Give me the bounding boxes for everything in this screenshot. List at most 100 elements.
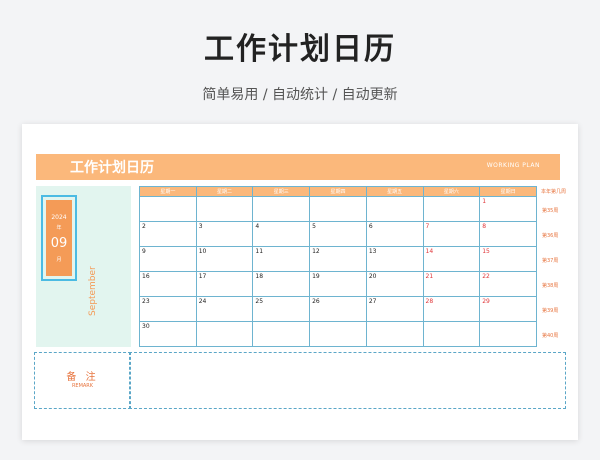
calendar-day-cell[interactable]: 27: [365, 296, 424, 322]
day-number: 26: [312, 298, 320, 305]
weekday-header: 星期五: [365, 186, 424, 197]
calendar-day-cell[interactable]: [422, 321, 481, 347]
banner-subtitle: WORKING PLAN: [486, 162, 540, 169]
calendar-body: 1 2 3 4 5 6 7 8 9 10 11 12 13 14 15 16 17 18 19 20 21 22 23 24 2…: [139, 196, 537, 347]
calendar-day-cell[interactable]: 13: [365, 246, 424, 272]
week-number-label: 第37周: [542, 258, 559, 264]
calendar-day-cell[interactable]: [422, 196, 481, 222]
day-number: 22: [482, 273, 490, 280]
date-badge[interactable]: 2024 年 09 月: [46, 200, 72, 276]
day-number: [480, 322, 536, 323]
calendar-day-cell[interactable]: 8: [479, 221, 537, 247]
calendar-day-cell[interactable]: 23: [139, 296, 197, 322]
calendar-week-row: 9 10 11 12 13 14 15: [139, 246, 537, 272]
week-number-column: 本年第几周 第35周 第36周 第37周 第38周 第39周 第40周: [539, 186, 569, 347]
calendar-day-cell[interactable]: [365, 321, 424, 347]
calendar-day-cell[interactable]: 18: [252, 271, 311, 297]
day-number: 24: [198, 298, 207, 305]
month-side-panel: 2024 年 09 月 September: [36, 186, 131, 347]
day-number: 23: [142, 298, 150, 305]
day-number: 11: [255, 248, 264, 255]
calendar-day-cell[interactable]: [195, 321, 254, 347]
badge-year-unit: 年: [56, 225, 62, 231]
calendar-day-cell[interactable]: 16: [139, 271, 197, 297]
calendar-day-cell[interactable]: [479, 321, 537, 347]
calendar-day-cell[interactable]: 7: [422, 221, 481, 247]
day-number: 2: [142, 223, 146, 230]
weekday-header: 星期三: [252, 186, 311, 197]
month-name-english: September: [88, 266, 98, 316]
weekday-header: 星期日: [479, 186, 537, 197]
week-number-label: 第39周: [542, 308, 559, 314]
calendar-day-cell[interactable]: 4: [252, 221, 311, 247]
day-number: [424, 322, 480, 323]
calendar-day-cell[interactable]: 1: [479, 196, 537, 222]
day-number: 15: [482, 248, 490, 255]
calendar-day-cell[interactable]: 12: [309, 246, 367, 272]
day-number: [253, 197, 309, 198]
week-number-label: 第35周: [542, 208, 559, 214]
badge-year: 2024: [51, 214, 67, 221]
calendar-day-cell[interactable]: [365, 196, 424, 222]
calendar-day-cell[interactable]: 17: [195, 271, 254, 297]
week-number-label: 第38周: [542, 283, 559, 289]
calendar-week-row: 1: [139, 196, 537, 222]
day-number: 17: [198, 273, 207, 280]
calendar-day-cell[interactable]: 2: [139, 221, 197, 247]
badge-month: 09: [50, 236, 68, 251]
day-number: 18: [255, 273, 264, 280]
calendar-week-row: 2 3 4 5 6 7 8: [139, 221, 537, 247]
day-number: [367, 322, 423, 323]
calendar-day-cell[interactable]: 19: [309, 271, 367, 297]
calendar-day-cell[interactable]: 22: [479, 271, 537, 297]
calendar-day-cell[interactable]: 15: [479, 246, 537, 272]
notes-input-area[interactable]: [129, 352, 566, 409]
calendar-day-cell[interactable]: 10: [195, 246, 254, 272]
calendar-day-cell[interactable]: 20: [365, 271, 424, 297]
calendar-day-cell[interactable]: 9: [139, 246, 197, 272]
calendar-day-cell[interactable]: [139, 196, 197, 222]
day-number: 19: [312, 273, 320, 280]
calendar-day-cell[interactable]: [252, 321, 311, 347]
day-number: 12: [312, 248, 320, 255]
calendar-day-cell[interactable]: 14: [422, 246, 481, 272]
calendar-grid: 星期一 星期二 星期三 星期四 星期五 星期六 星期日 1 2 3 4 5 6 7 8 9 10 1…: [139, 186, 537, 347]
day-number: [253, 322, 309, 323]
day-number: [424, 197, 480, 198]
day-number: [310, 197, 366, 198]
calendar-day-cell[interactable]: 11: [252, 246, 311, 272]
day-number: 29: [482, 298, 490, 305]
calendar-day-cell[interactable]: 30: [139, 321, 197, 347]
calendar-day-cell[interactable]: [309, 196, 367, 222]
day-number: [197, 322, 253, 323]
page-subtitle: 简单易用 / 自动统计 / 自动更新: [202, 87, 398, 103]
calendar-day-cell[interactable]: 24: [195, 296, 254, 322]
calendar-day-cell[interactable]: [195, 196, 254, 222]
calendar-day-cell[interactable]: 25: [252, 296, 311, 322]
calendar-day-cell[interactable]: 29: [479, 296, 537, 322]
calendar-day-cell[interactable]: 26: [309, 296, 367, 322]
badge-month-unit: 月: [56, 257, 62, 263]
calendar-day-cell[interactable]: 3: [195, 221, 254, 247]
day-number: 9: [142, 248, 146, 255]
notes-label-english: REMARK: [71, 383, 94, 389]
calendar-day-cell[interactable]: [252, 196, 311, 222]
day-number: 20: [368, 273, 377, 280]
calendar-day-cell[interactable]: 6: [365, 221, 424, 247]
day-number: 5: [312, 223, 316, 230]
calendar-day-cell[interactable]: [309, 321, 367, 347]
weekday-header: 星期一: [139, 186, 197, 197]
day-number: 16: [142, 273, 150, 280]
calendar-day-cell[interactable]: 5: [309, 221, 367, 247]
sheet-banner: 工作计划日历 WORKING PLAN: [36, 154, 560, 180]
day-number: [140, 197, 196, 198]
week-number-label: 第36周: [542, 233, 559, 239]
notes-label: 备 注: [66, 372, 99, 383]
day-number: 4: [255, 223, 260, 230]
calendar-day-cell[interactable]: 21: [422, 271, 481, 297]
day-number: 1: [482, 198, 487, 205]
week-number-header: 本年第几周: [541, 189, 567, 195]
calendar-day-cell[interactable]: 28: [422, 296, 481, 322]
day-number: 3: [198, 223, 203, 230]
weekday-header: 星期六: [422, 186, 481, 197]
